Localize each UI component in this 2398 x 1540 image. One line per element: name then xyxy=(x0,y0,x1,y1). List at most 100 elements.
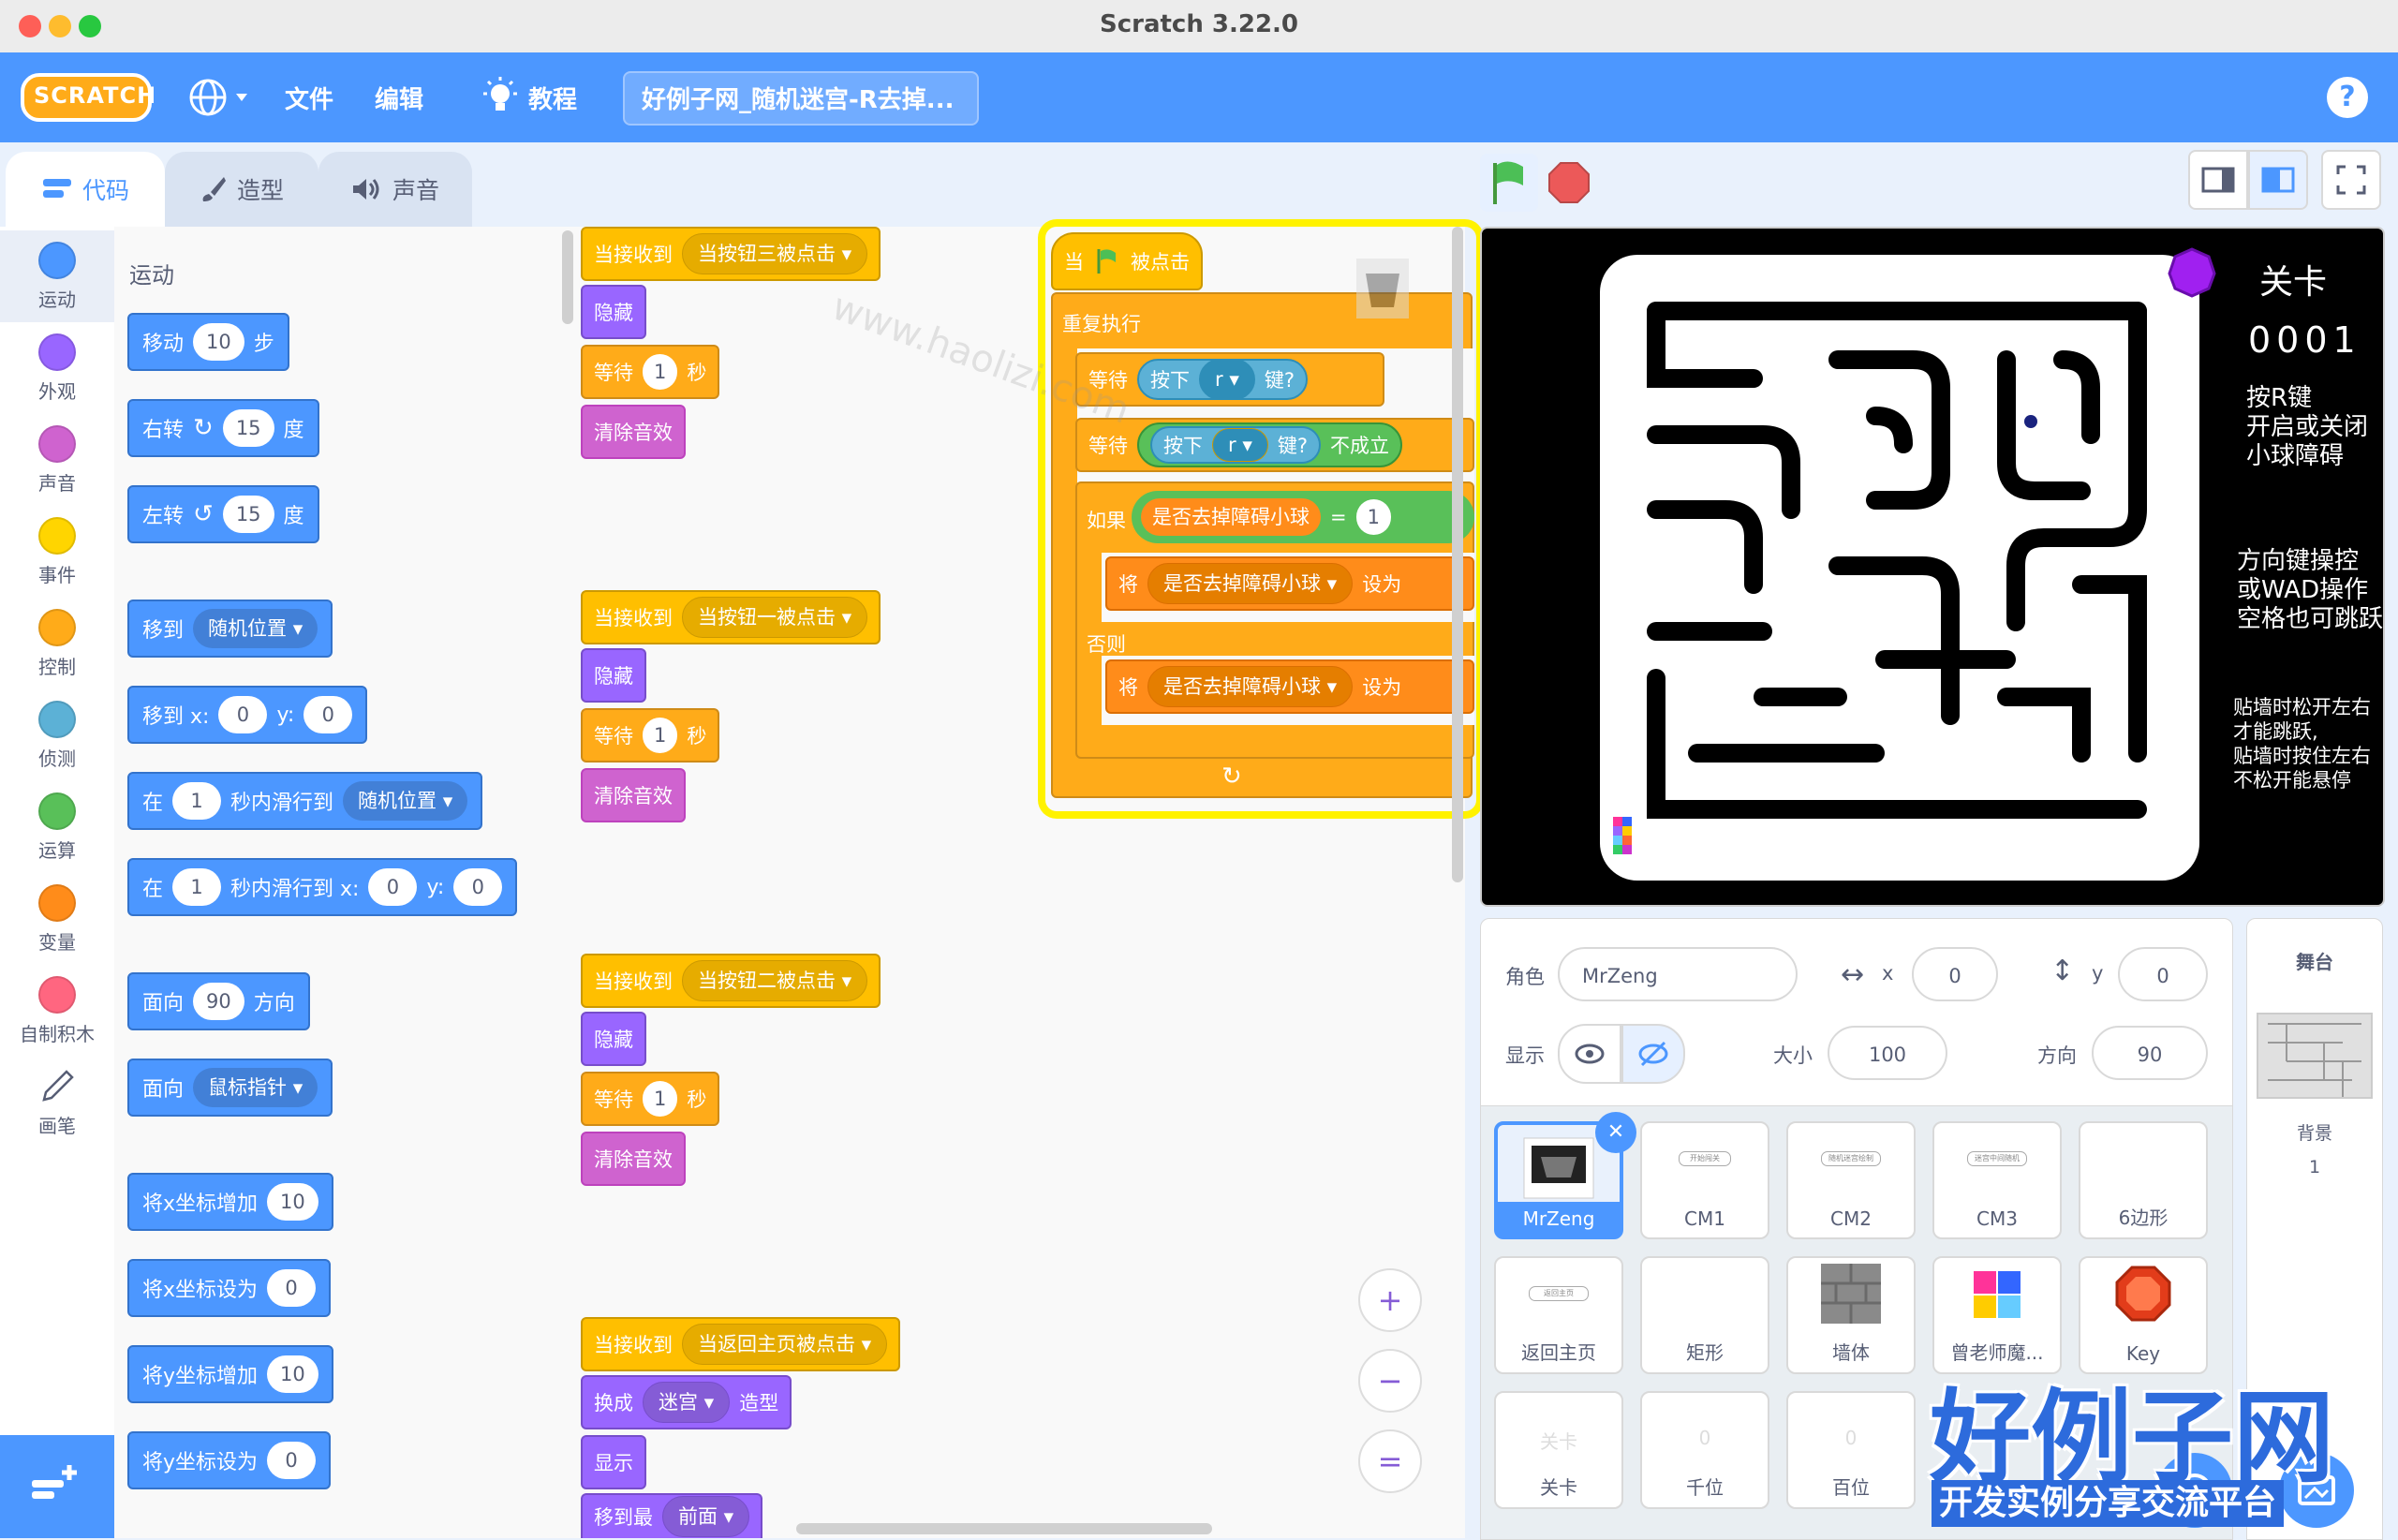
sprite-name-input[interactable]: MrZeng xyxy=(1558,947,1798,1001)
sprite-tile-rectangle[interactable]: 矩形 xyxy=(1640,1256,1769,1374)
tutorials-menu[interactable]: 教程 xyxy=(528,81,577,115)
tab-sounds[interactable]: 声音 xyxy=(318,152,472,227)
block-set-y[interactable]: 将y坐标设为 0 xyxy=(127,1431,332,1489)
sprite-tile-wall[interactable]: 墙体 xyxy=(1786,1256,1916,1374)
fullscreen-button[interactable] xyxy=(2321,150,2381,210)
category-motion[interactable]: 运动 xyxy=(0,230,114,322)
zoom-reset-button[interactable]: = xyxy=(1358,1429,1422,1493)
block-clear-effects-1[interactable]: 清除音效 xyxy=(581,405,686,459)
wall-thumbnail-icon xyxy=(1821,1264,1881,1324)
block-hide-1[interactable]: 隐藏 xyxy=(581,285,646,339)
block-glide-to[interactable]: 在 1 秒内滑行到 随机位置 ▾ xyxy=(127,772,483,830)
hint-wall-3: 贴墙时按住左右 xyxy=(2233,745,2371,767)
stop-button[interactable] xyxy=(1547,161,1591,204)
block-wait-1[interactable]: 等待 1 秒 xyxy=(581,345,720,399)
script-area[interactable]: 当接收到 当按钮三被点击 ▾ 隐藏 等待 1 秒 清除音效 当接收到 当按钮一被点击 ▾… xyxy=(581,227,1474,1538)
sprite-tile-cm2[interactable]: 随机迷宫绘制 CM2 xyxy=(1786,1121,1916,1239)
sprite-x-input[interactable]: 0 xyxy=(1912,947,1998,1001)
block-turn-right[interactable]: 右转 ↻ 15 度 xyxy=(127,399,319,457)
category-sensing[interactable]: 侦测 xyxy=(0,689,114,781)
category-pen[interactable]: 画笔 xyxy=(0,1057,114,1148)
category-operators[interactable]: 运算 xyxy=(0,781,114,873)
add-extension-button[interactable] xyxy=(0,1435,114,1538)
block-show[interactable]: 显示 xyxy=(581,1435,646,1489)
zoom-in-button[interactable]: + xyxy=(1358,1268,1422,1332)
show-sprite-button[interactable] xyxy=(1558,1024,1621,1084)
block-goto[interactable]: 移到 随机位置 ▾ xyxy=(127,600,333,658)
block-glide-xy[interactable]: 在 1 秒内滑行到 x: 0 y: 0 xyxy=(127,858,518,916)
scratch-logo[interactable]: SCRATCH xyxy=(21,71,155,124)
block-set-variable-1[interactable]: 将是否去掉障碍小球 ▾ 设为 xyxy=(1105,556,1474,611)
if-else-block[interactable]: 如果 是否去掉障碍小球 = 1 将是否去掉障碍小球 ▾ 设为 否则 将是否去掉障碍… xyxy=(1075,481,1474,759)
menu-bar: SCRATCH 文件 编辑 教程 好例子网_随机迷宫-R去掉... ? xyxy=(0,52,2398,142)
stop-icon xyxy=(1548,162,1590,203)
block-hide-3[interactable]: 隐藏 xyxy=(581,1012,646,1066)
sprite-tile-cm1[interactable]: 开始闯关 CM1 xyxy=(1640,1121,1769,1239)
sprite-tile-level[interactable]: 关卡 关卡 xyxy=(1494,1391,1623,1509)
sprite-tile-home[interactable]: 返回主页 返回主页 xyxy=(1494,1256,1623,1374)
block-switch-costume[interactable]: 换成 迷宫 ▾ 造型 xyxy=(581,1375,792,1429)
block-turn-left[interactable]: 左转 ↺ 15 度 xyxy=(127,485,319,543)
block-clear-effects-3[interactable]: 清除音效 xyxy=(581,1132,686,1186)
project-title-input[interactable]: 好例子网_随机迷宫-R去掉... xyxy=(623,71,979,126)
edit-menu[interactable]: 编辑 xyxy=(375,81,423,115)
magic-thumbnail-icon xyxy=(1974,1271,2021,1318)
category-menu: 运动 外观 声音 事件 控制 侦测 运算 变量 自制积木 画笔 xyxy=(0,227,115,1538)
block-hide-2[interactable]: 隐藏 xyxy=(581,648,646,703)
category-control[interactable]: 控制 xyxy=(0,598,114,689)
sprite-size-input[interactable]: 100 xyxy=(1828,1026,1947,1080)
hat-when-receive-4[interactable]: 当接收到 当返回主页被点击 ▾ xyxy=(581,1317,901,1371)
category-looks[interactable]: 外观 xyxy=(0,322,114,414)
category-variables[interactable]: 变量 xyxy=(0,873,114,965)
block-set-x[interactable]: 将x坐标设为 0 xyxy=(127,1259,332,1317)
sprite-tile-cm3[interactable]: 迷宫中间随机 CM3 xyxy=(1932,1121,2062,1239)
tab-code[interactable]: 代码 xyxy=(6,152,165,227)
sprite-tile-mrzeng[interactable]: MrZeng ✕ xyxy=(1494,1112,1636,1239)
block-change-y[interactable]: 将y坐标增加 10 xyxy=(127,1345,333,1403)
category-sound[interactable]: 声音 xyxy=(0,414,114,506)
level-number: 0001 xyxy=(2248,319,2361,361)
brush-icon xyxy=(202,177,226,201)
equals-condition[interactable]: 是否去掉障碍小球 = 1 xyxy=(1132,491,1474,543)
green-flag-button[interactable] xyxy=(1480,154,1538,212)
hat-when-flag-clicked[interactable]: 当被点击 xyxy=(1051,232,1203,290)
script-horizontal-scrollbar[interactable] xyxy=(796,1523,1212,1534)
block-goto-xy[interactable]: 移到 x: 0 y: 0 xyxy=(127,686,368,744)
block-change-x[interactable]: 将x坐标增加 10 xyxy=(127,1173,333,1231)
hat-when-receive-2[interactable]: 当接收到 当按钮一被点击 ▾ xyxy=(581,590,881,644)
delete-sprite-button[interactable]: ✕ xyxy=(1595,1112,1636,1153)
tab-code-label: 代码 xyxy=(81,177,129,204)
x-label: x xyxy=(1882,962,1894,985)
block-wait-3[interactable]: 等待 1 秒 xyxy=(581,1072,720,1126)
sprite-tile-hexagon[interactable]: 6边形 xyxy=(2079,1121,2208,1239)
block-wait-2[interactable]: 等待 1 秒 xyxy=(581,708,720,763)
zoom-out-button[interactable]: − xyxy=(1358,1349,1422,1413)
small-stage-button[interactable] xyxy=(2188,150,2248,210)
sprite-tile-thousands[interactable]: 0 千位 xyxy=(1640,1391,1769,1509)
block-go-to-layer[interactable]: 移到最 前面 ▾ xyxy=(581,1493,763,1538)
script-vertical-scrollbar[interactable] xyxy=(1452,227,1463,882)
hide-sprite-button[interactable] xyxy=(1621,1024,1685,1084)
sprite-y-input[interactable]: 0 xyxy=(2118,947,2208,1001)
hint-wall-2: 才能跳跃, xyxy=(2233,720,2318,743)
block-wait-until-2[interactable]: 等待 按下 r ▾ 键? 不成立 xyxy=(1075,418,1474,472)
file-menu[interactable]: 文件 xyxy=(285,81,333,115)
help-button[interactable]: ? xyxy=(2327,77,2368,118)
large-stage-button[interactable] xyxy=(2248,150,2308,210)
hat-when-receive-1[interactable]: 当接收到 当按钮三被点击 ▾ xyxy=(581,227,881,281)
category-events[interactable]: 事件 xyxy=(0,506,114,598)
category-my-blocks[interactable]: 自制积木 xyxy=(0,965,114,1057)
block-set-variable-2[interactable]: 将是否去掉障碍小球 ▾ 设为 xyxy=(1105,659,1474,714)
sprite-tile-hundreds[interactable]: 0 百位 xyxy=(1786,1391,1916,1509)
language-menu[interactable] xyxy=(187,75,255,120)
block-point-direction[interactable]: 面向 90 方向 xyxy=(127,972,310,1030)
palette-scrollbar[interactable] xyxy=(562,230,573,324)
tab-costumes[interactable]: 造型 xyxy=(165,152,318,227)
hat-when-receive-3[interactable]: 当接收到 当按钮二被点击 ▾ xyxy=(581,954,881,1008)
lightbulb-icon xyxy=(481,77,519,122)
sprite-direction-input[interactable]: 90 xyxy=(2092,1026,2208,1080)
stage[interactable]: 关卡 0001 按R键 开启或关闭 小球障碍 方向键操控 或WAD操作 空格也可… xyxy=(1480,227,2385,907)
block-point-towards[interactable]: 面向 鼠标指针 ▾ xyxy=(127,1059,333,1117)
block-clear-effects-2[interactable]: 清除音效 xyxy=(581,768,686,822)
block-move-steps[interactable]: 移动 10 步 xyxy=(127,313,289,371)
